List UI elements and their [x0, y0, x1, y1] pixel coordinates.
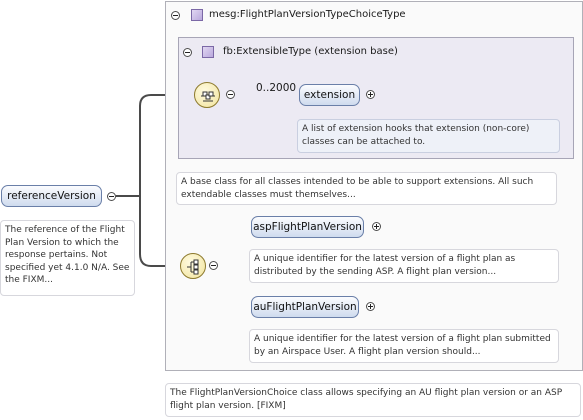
expand-toggle-icon[interactable] — [372, 222, 381, 231]
reference-version-doc: The reference of the Flight Plan Version… — [0, 220, 135, 296]
au-flight-plan-version-doc: A unique identifier for the latest versi… — [249, 329, 559, 363]
choice-type-name: mesg:FlightPlanVersionTypeChoiceType — [209, 9, 406, 20]
sequence-compositor-icon[interactable] — [194, 82, 220, 108]
sequence-glyph-icon — [201, 91, 215, 102]
expand-toggle-icon[interactable] — [366, 302, 375, 311]
asp-flight-plan-version-element[interactable]: aspFlightPlanVersion — [251, 216, 364, 238]
extensible-type-name: fb:ExtensibleType (extension base) — [223, 46, 398, 57]
complex-type-icon — [191, 9, 203, 21]
choice-compositor-icon[interactable] — [180, 253, 206, 279]
extensible-type-doc: A base class for all classes intended to… — [176, 172, 557, 205]
complex-type-icon — [202, 46, 214, 58]
collapse-toggle-icon[interactable] — [226, 90, 235, 99]
collapse-toggle-icon[interactable] — [107, 192, 116, 201]
collapse-toggle-icon[interactable] — [183, 48, 192, 57]
extension-element[interactable]: extension — [299, 84, 360, 106]
asp-flight-plan-version-doc: A unique identifier for the latest versi… — [249, 249, 559, 283]
choice-type-doc: The FlightPlanVersionChoice class allows… — [165, 383, 581, 417]
au-flight-plan-version-element[interactable]: auFlightPlanVersion — [251, 296, 359, 318]
reference-version-element[interactable]: referenceVersion — [1, 185, 102, 207]
collapse-toggle-icon[interactable] — [209, 261, 218, 270]
extension-doc: A list of extension hooks that extension… — [297, 119, 560, 153]
collapse-toggle-icon[interactable] — [171, 11, 180, 20]
choice-glyph-icon — [187, 259, 199, 275]
extension-cardinality: 0..2000 — [256, 82, 297, 94]
expand-toggle-icon[interactable] — [366, 90, 375, 99]
